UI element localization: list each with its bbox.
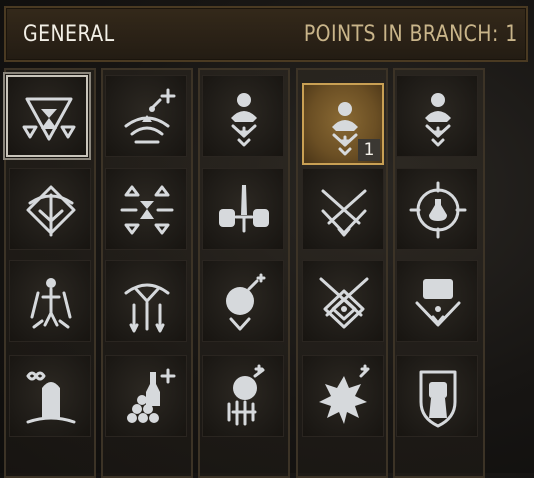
- skill-slot[interactable]: [105, 260, 187, 342]
- skill-level-badge: 1: [358, 139, 380, 161]
- crossbow-diamond-icon: [26, 185, 76, 237]
- skill-slot[interactable]: [202, 260, 284, 342]
- potion-target-icon: [409, 181, 467, 239]
- fists-sword-icon: [219, 185, 269, 233]
- crossed-swords-sign-icon: [321, 189, 367, 237]
- skill-slot[interactable]: 1: [302, 83, 384, 165]
- skill-slot[interactable]: [396, 355, 478, 437]
- points-in-branch: POINTS IN BRANCH: 1: [304, 22, 518, 47]
- skill-slot[interactable]: [302, 355, 384, 437]
- figure-arrows-icon: [30, 278, 72, 329]
- branch-header: GENERAL POINTS IN BRANCH: 1: [4, 6, 528, 62]
- skill-slot[interactable]: [396, 168, 478, 250]
- skill-slot[interactable]: [105, 355, 187, 437]
- skill-slot[interactable]: [202, 168, 284, 250]
- crossbow-arrows-icon: [124, 283, 170, 333]
- skill-slot[interactable]: [396, 75, 478, 157]
- bomb-explosion-icon: [319, 364, 370, 424]
- skill-slot[interactable]: [302, 260, 384, 342]
- hourglass-triangles-icon: [120, 185, 174, 235]
- bust-sign-icon: [231, 93, 257, 147]
- skill-slot[interactable]: [105, 75, 187, 157]
- skill-slot[interactable]: [396, 260, 478, 342]
- bust-sign-icon: [425, 93, 451, 147]
- skill-slot[interactable]: [9, 168, 91, 250]
- chest-sign-icon: [415, 279, 461, 327]
- skill-slot[interactable]: [105, 168, 187, 250]
- skill-slot[interactable]: [202, 355, 284, 437]
- bottle-cannonballs-plus-icon: [127, 368, 176, 423]
- sign-bowl-plus-icon: [124, 88, 176, 144]
- fist-shield-icon: [419, 370, 457, 428]
- hourglass-signs-icon: [22, 97, 76, 141]
- infinity-tombstone-icon: [26, 371, 76, 424]
- skill-slot[interactable]: [9, 260, 91, 342]
- bomb-sign-icon: [226, 273, 266, 331]
- skill-slot[interactable]: [6, 75, 88, 157]
- crossed-swords-diamond-icon: [319, 277, 369, 329]
- hand-bomb-icon: [227, 364, 265, 426]
- skill-slot[interactable]: [202, 75, 284, 157]
- skill-slot[interactable]: [302, 168, 384, 250]
- skill-slot[interactable]: [9, 355, 91, 437]
- branch-title: GENERAL: [23, 22, 115, 47]
